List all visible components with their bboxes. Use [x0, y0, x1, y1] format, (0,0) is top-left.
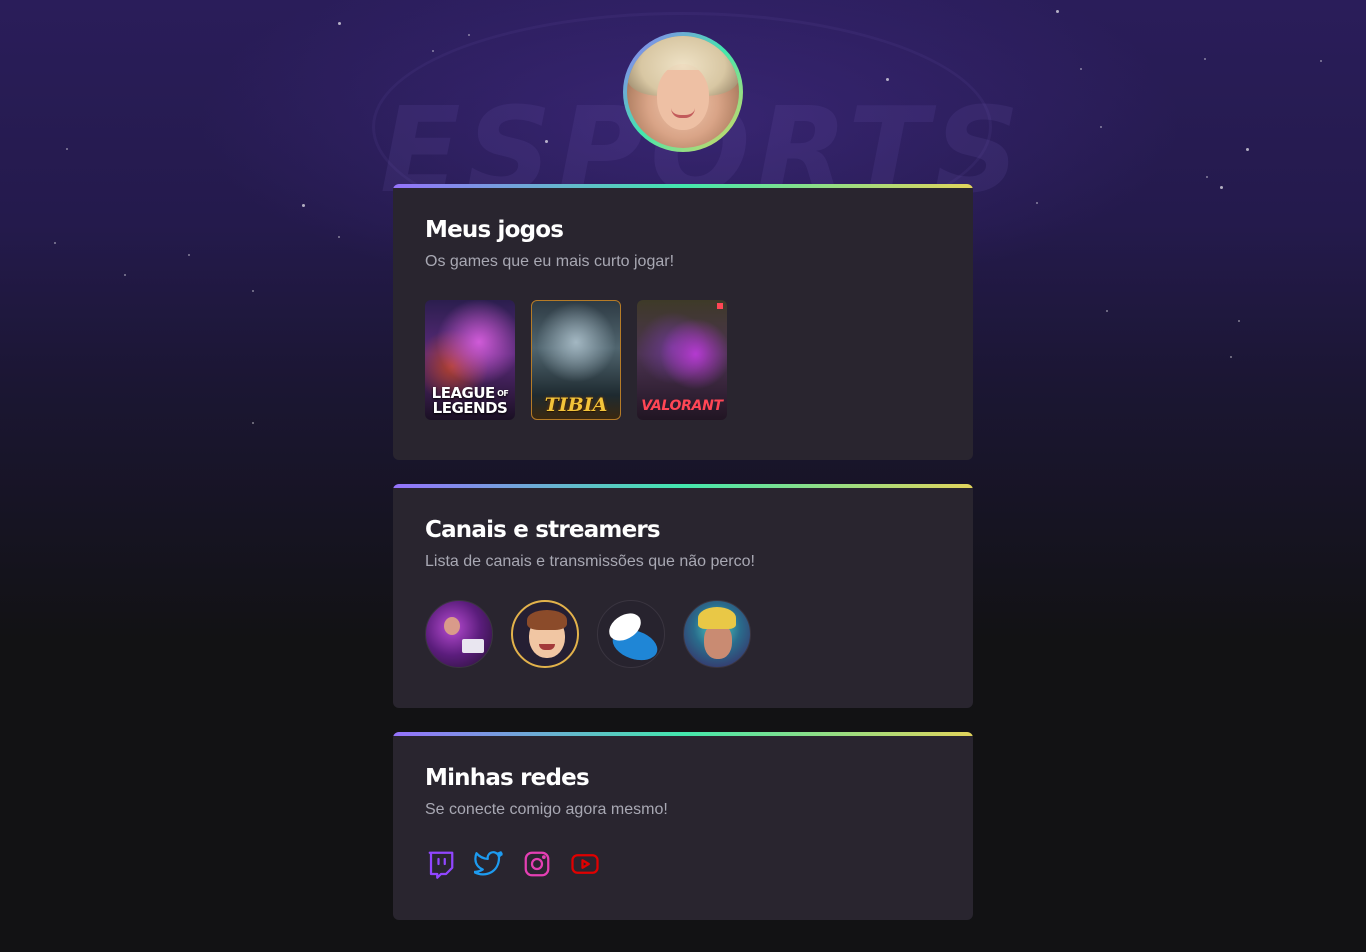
social-title: Minhas redes — [425, 765, 590, 791]
streamer-avatar-4[interactable] — [683, 600, 751, 668]
game-valorant[interactable]: VALORANT — [637, 300, 727, 420]
social-links — [425, 848, 941, 880]
game-title: LEAGUE OF LEGENDS — [431, 384, 509, 417]
my-games-title: Meus jogos — [425, 217, 564, 243]
streamer-avatar-2[interactable] — [511, 600, 579, 668]
game-league-of-legends[interactable]: LEAGUE OF LEGENDS — [425, 300, 515, 420]
my-games-card: Meus jogos Os games que eu mais curto jo… — [393, 184, 973, 460]
channels-streamers-card: Canais e streamers Lista de canais e tra… — [393, 484, 973, 708]
streamers-list — [425, 600, 941, 668]
streamer-avatar-3[interactable] — [597, 600, 665, 668]
profile-avatar — [623, 32, 743, 152]
game-tibia[interactable]: TIBIA — [531, 300, 621, 420]
streamer-avatar-1[interactable] — [425, 600, 493, 668]
social-subtitle: Se conecte comigo agora mesmo! — [425, 801, 668, 818]
youtube-icon[interactable] — [569, 848, 601, 880]
game-title: VALORANT — [641, 398, 723, 414]
instagram-icon[interactable] — [521, 848, 553, 880]
channels-title: Canais e streamers — [425, 517, 661, 543]
user-avatar-photo — [627, 36, 739, 148]
twitch-icon[interactable] — [425, 848, 457, 880]
my-games-subtitle: Os games que eu mais curto jogar! — [425, 253, 675, 270]
riot-badge-icon — [717, 303, 723, 309]
social-networks-card: Minhas redes Se conecte comigo agora mes… — [393, 732, 973, 920]
games-list: LEAGUE OF LEGENDS TIBIA VALORANT — [425, 300, 941, 420]
channels-subtitle: Lista de canais e transmissões que não p… — [425, 553, 755, 570]
game-title: TIBIA — [544, 394, 608, 416]
twitter-icon[interactable] — [473, 848, 505, 880]
